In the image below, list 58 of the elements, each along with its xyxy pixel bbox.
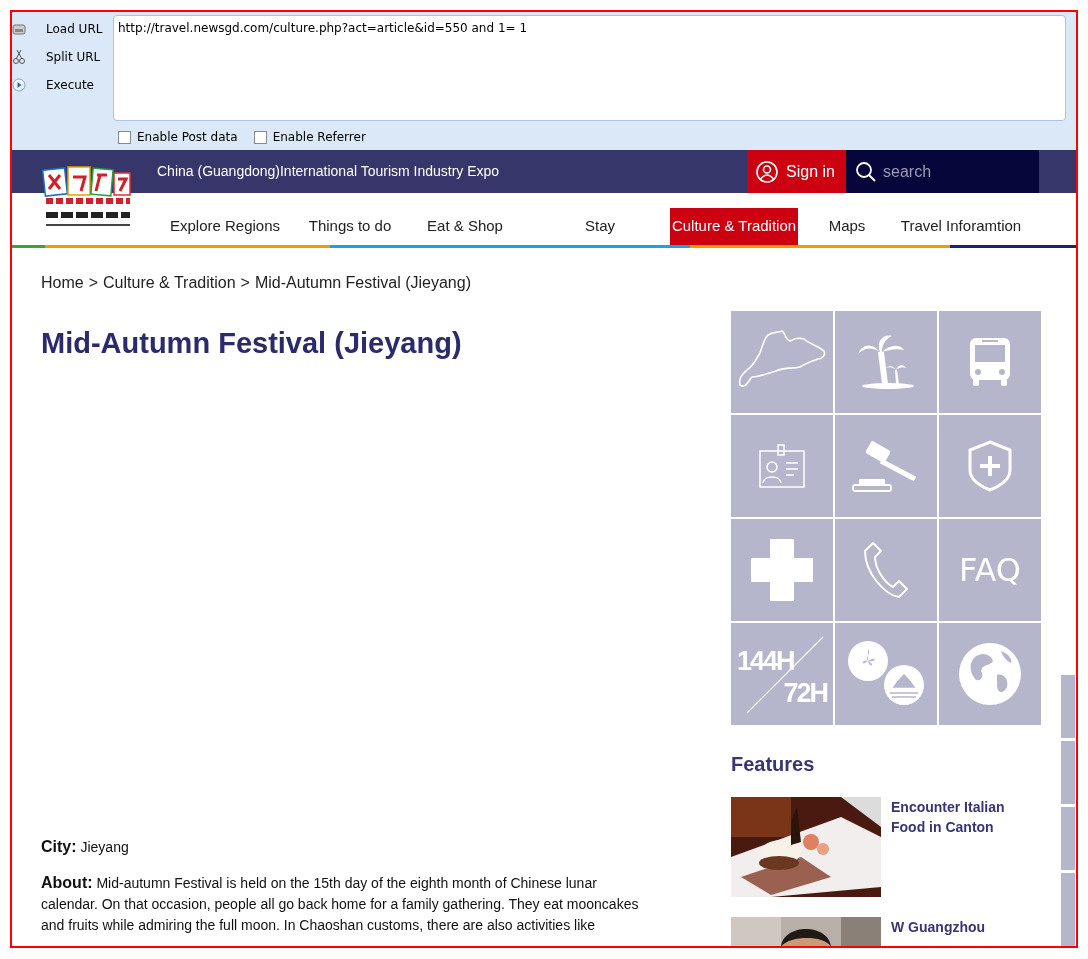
url-field[interactable]: http://travel.newsgd.com/culture.php?act=article&id=550 and 1= 1 (113, 15, 1066, 121)
breadcrumb-separator: > (240, 273, 250, 293)
checkbox-label: Enable Referrer (272, 129, 366, 146)
article-field: About: Mid-autumn Festival is held on the 15th day of the eighth month of Chinese lunar calendar. On that occasion, people all go back home for a family gathering. They eat mooncakes and fruits while admiring the full moon. In Chaoshan customs, there are also activities like (41, 871, 653, 936)
side-tab[interactable] (1061, 807, 1075, 870)
search-input[interactable]: search (883, 159, 1023, 184)
quick-link-tile[interactable] (835, 623, 937, 725)
checkbox[interactable] (118, 130, 131, 144)
breadcrumb-link[interactable]: Mid-Autumn Festival (Jieyang) (254, 271, 471, 295)
id-card-icon (758, 443, 806, 489)
breadcrumb-link[interactable]: Home (41, 271, 84, 295)
checkbox[interactable] (253, 130, 267, 144)
tile-label: 72H (783, 676, 827, 710)
side-tab[interactable] (1061, 873, 1075, 946)
shield-plus-icon (968, 440, 1012, 492)
drive-icon[interactable] (12, 21, 26, 37)
nav-tab[interactable]: Stay (583, 208, 617, 245)
toolbar-button[interactable]: Execute (42, 73, 98, 97)
header-tagline[interactable]: China (Guangdong)International Tourism Industry Expo (157, 161, 747, 182)
nav-tab[interactable]: Explore Regions (167, 208, 283, 245)
quick-link-tile[interactable] (731, 415, 833, 517)
breadcrumb-link[interactable]: Culture & Tradition (103, 271, 236, 295)
play-icon[interactable] (12, 77, 26, 93)
nav-tab[interactable]: Culture & Tradition (669, 208, 799, 245)
article-field: City: Jieyang (41, 835, 653, 858)
bus-icon (968, 336, 1012, 388)
quick-link-tile[interactable] (731, 519, 833, 621)
feature-link[interactable]: Encounter Italian Food in Canton (891, 797, 1021, 897)
globe-icon (957, 641, 1023, 707)
quick-link-tile[interactable] (835, 519, 937, 621)
side-tab[interactable] (1061, 741, 1075, 804)
search-field[interactable]: search (846, 150, 1039, 193)
features-heading: Features (731, 752, 816, 777)
sign-in-button[interactable]: Sign in (747, 150, 846, 193)
feature-link[interactable]: W Guangzhou (891, 917, 1021, 946)
checkbox-label: Enable Post data (137, 129, 238, 146)
quick-link-tile[interactable] (939, 311, 1041, 413)
nav-tab[interactable]: Travel Inforamtion (898, 208, 1024, 245)
medical-cross-icon (751, 539, 813, 601)
scissors-icon[interactable] (12, 49, 26, 65)
user-icon (756, 160, 778, 183)
quick-link-tile[interactable] (939, 623, 1041, 725)
tile-label: 144H (737, 645, 794, 678)
side-tab[interactable] (1061, 675, 1075, 738)
quick-link-tile[interactable] (731, 311, 833, 413)
nav-tab[interactable]: Eat & Shop (425, 208, 505, 245)
quick-link-tile[interactable] (939, 415, 1041, 517)
nav-tab[interactable]: Things to do (306, 208, 394, 245)
quick-link-tile[interactable] (835, 415, 937, 517)
article-title: Mid-Autumn Festival (Jieyang) (41, 326, 463, 361)
breadcrumb-separator: > (88, 273, 99, 293)
tile-label: FAQ (959, 550, 1021, 591)
search-icon (855, 160, 877, 183)
phone-icon (863, 541, 909, 599)
quick-link-tile[interactable] (835, 311, 937, 413)
toolbar-button[interactable]: Load URL (42, 17, 107, 41)
toolbar-button[interactable]: Split URL (42, 45, 105, 69)
nav-tab[interactable]: Maps (826, 208, 868, 245)
